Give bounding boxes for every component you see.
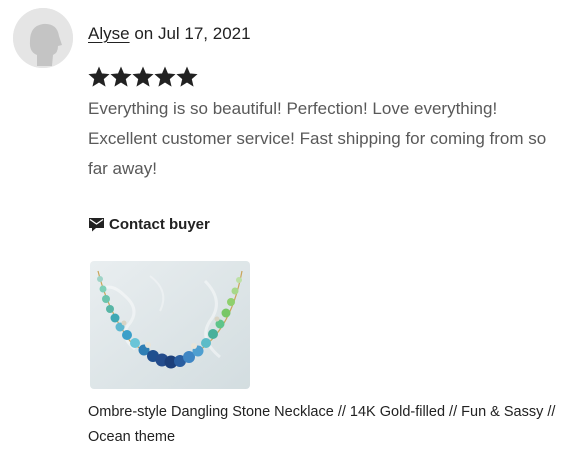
star-icon <box>154 66 176 87</box>
review-byline: Alyse on Jul 17, 2021 <box>88 23 251 45</box>
star-icon <box>88 66 110 87</box>
avatar <box>13 8 73 68</box>
star-rating <box>88 66 198 90</box>
review-date: on Jul 17, 2021 <box>134 24 251 43</box>
product-image[interactable] <box>90 261 250 389</box>
product-title-link[interactable]: Ombre-style Dangling Stone Necklace // 1… <box>88 400 558 450</box>
necklace-image <box>90 261 250 389</box>
review-text: Everything is so beautiful! Perfection! … <box>88 99 547 178</box>
star-icon <box>176 66 198 87</box>
message-icon <box>89 217 104 231</box>
reviewer-name-link[interactable]: Alyse <box>88 24 130 43</box>
star-icon <box>132 66 154 87</box>
contact-buyer-label: Contact buyer <box>109 215 210 233</box>
default-avatar-icon <box>13 8 73 68</box>
star-icon <box>110 66 132 87</box>
contact-buyer-button[interactable]: Contact buyer <box>88 213 210 235</box>
